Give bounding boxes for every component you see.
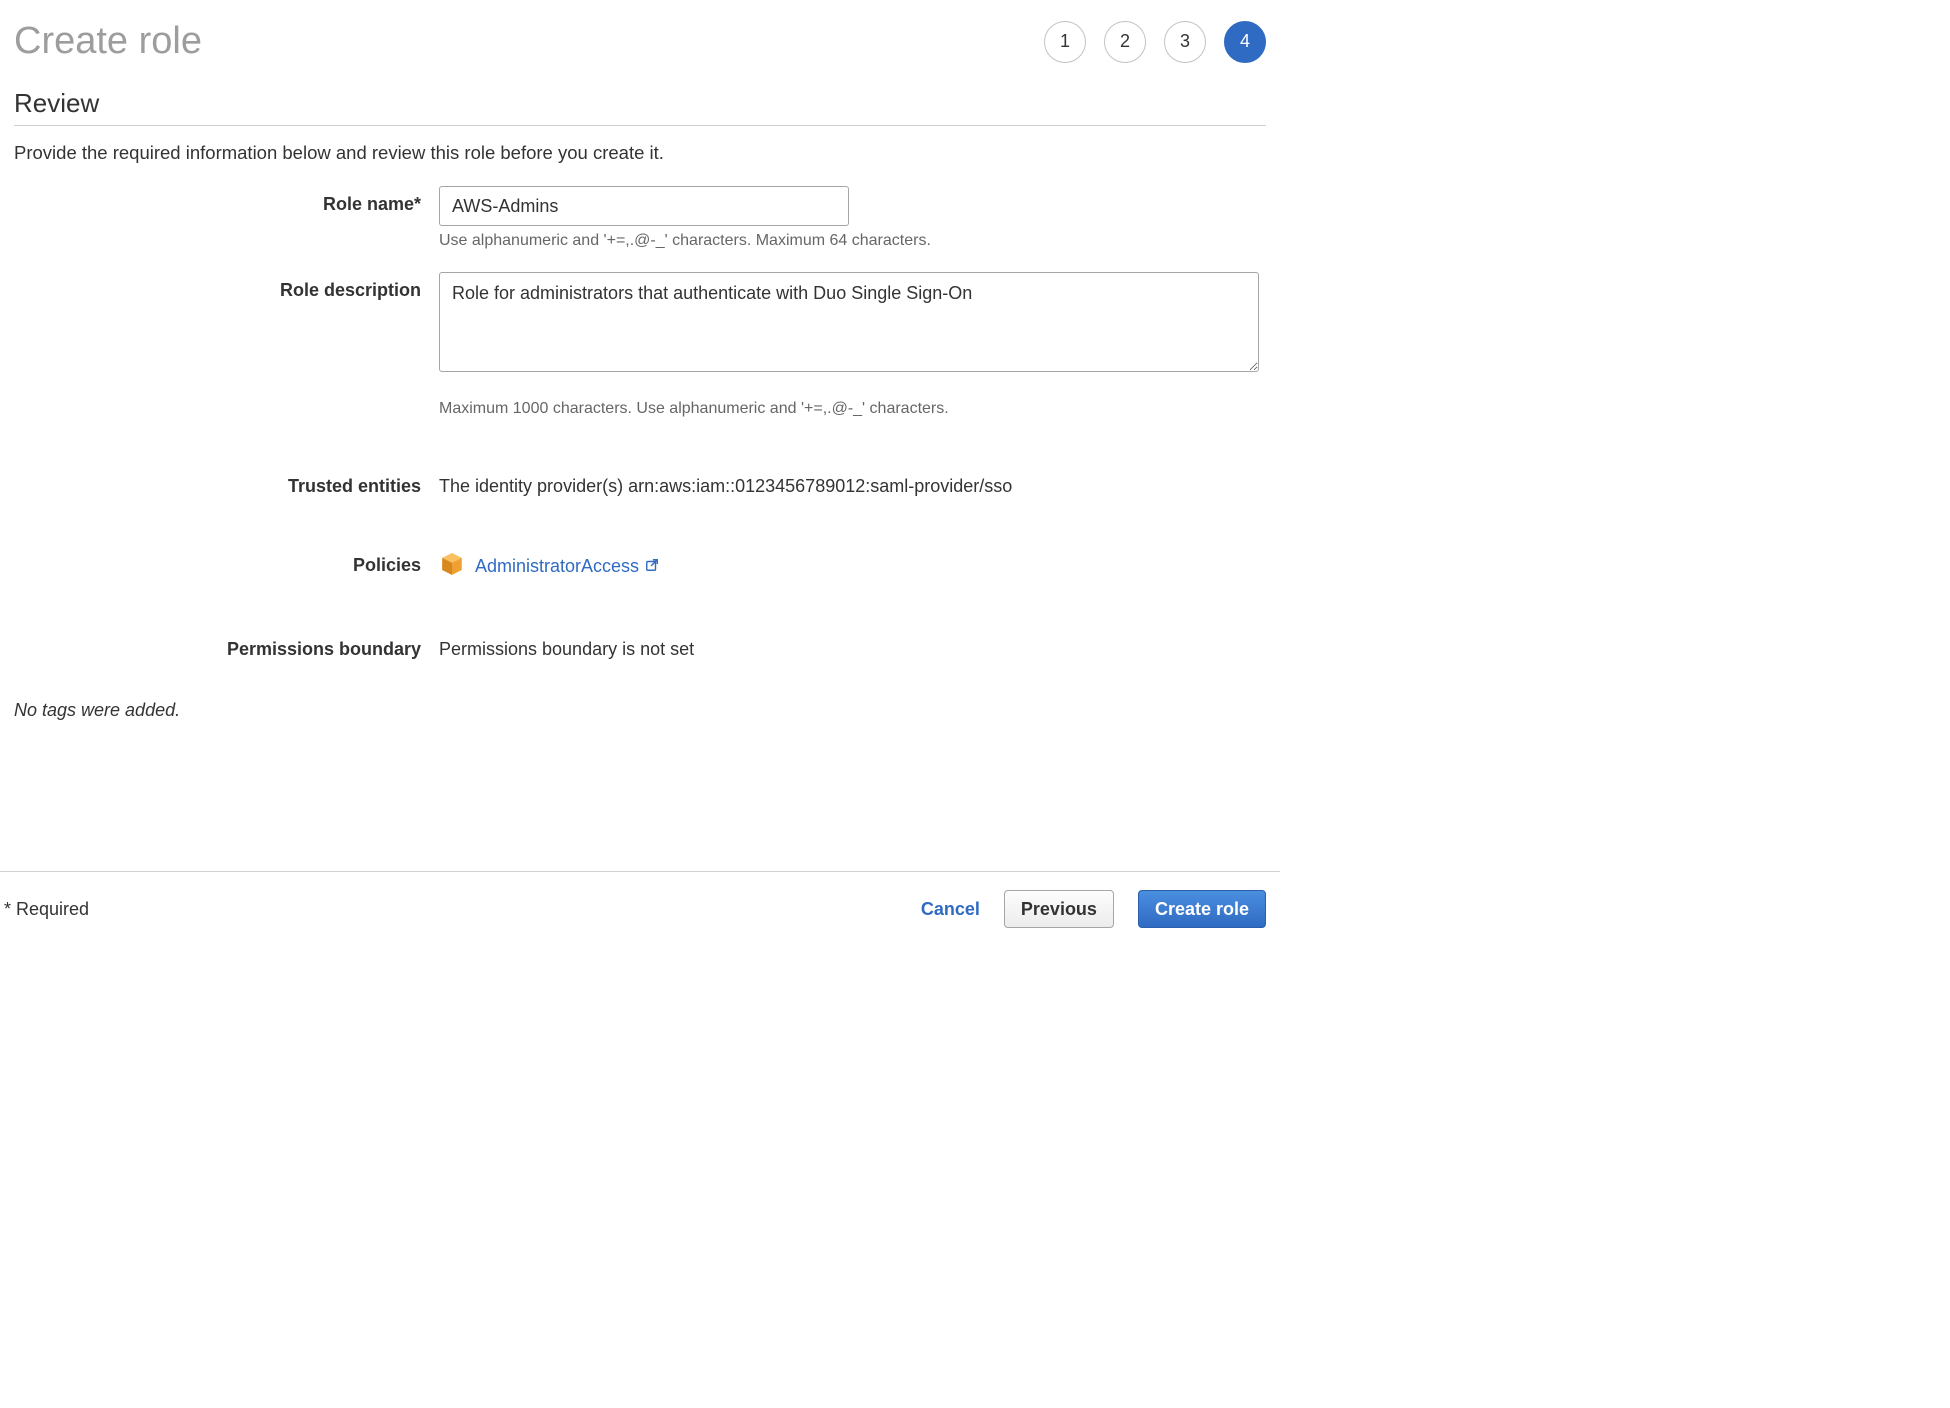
required-note: * Required [4,899,89,920]
permissions-boundary-label: Permissions boundary [14,631,439,660]
wizard-step-1[interactable]: 1 [1044,21,1086,63]
intro-text: Provide the required information below a… [14,142,1266,164]
policy-box-icon [439,551,465,581]
divider [14,125,1266,126]
role-name-label: Role name* [14,186,439,250]
policy-link[interactable]: AdministratorAccess [475,556,659,577]
create-role-button[interactable]: Create role [1138,890,1266,928]
previous-button[interactable]: Previous [1004,890,1114,928]
role-description-hint: Maximum 1000 characters. Use alphanumeri… [439,400,1266,418]
wizard-step-3[interactable]: 3 [1164,21,1206,63]
role-description-label: Role description [14,272,439,418]
external-link-icon [645,556,659,577]
cancel-button[interactable]: Cancel [921,899,980,920]
trusted-entities-value: The identity provider(s) arn:aws:iam::01… [439,468,1266,497]
policy-name: AdministratorAccess [475,556,639,577]
role-name-hint: Use alphanumeric and '+=,.@-_' character… [439,232,1266,250]
no-tags-note: No tags were added. [14,700,1266,721]
subheading: Review [14,88,1266,119]
role-name-input[interactable] [439,186,849,226]
wizard-step-2[interactable]: 2 [1104,21,1146,63]
page-title: Create role [14,20,202,63]
permissions-boundary-value: Permissions boundary is not set [439,631,1266,660]
trusted-entities-label: Trusted entities [14,468,439,497]
wizard-steps: 1 2 3 4 [1044,21,1266,63]
wizard-step-4[interactable]: 4 [1224,21,1266,63]
role-description-input[interactable] [439,272,1259,372]
policies-label: Policies [14,547,439,581]
